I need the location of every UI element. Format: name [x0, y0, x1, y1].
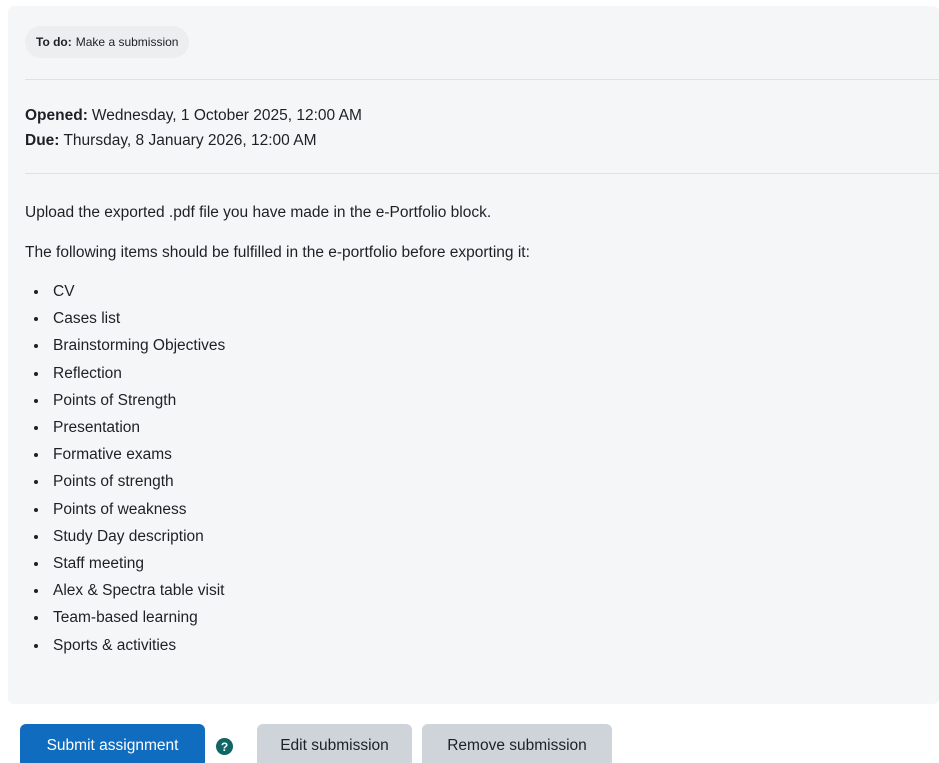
list-item: Points of Strength [49, 387, 925, 414]
requirements-lead: The following items should be fulfilled … [25, 244, 530, 261]
list-item: Staff meeting [49, 550, 925, 577]
list-item: CV [49, 278, 925, 305]
divider [25, 173, 939, 174]
activity-dates: Opened: Wednesday, 1 October 2025, 12:00 … [25, 103, 362, 153]
opened-value: Wednesday, 1 October 2025, 12:00 AM [91, 107, 362, 124]
assignment-description: Upload the exported .pdf file you have m… [25, 200, 925, 659]
description-intro: Upload the exported .pdf file you have m… [25, 204, 492, 221]
submission-actions: Submit assignment ? Edit submission Remo… [20, 724, 612, 763]
list-item: Brainstorming Objectives [49, 332, 925, 359]
todo-badge: To do: Make a submission [25, 26, 190, 58]
list-item: Sports & activities [49, 632, 925, 659]
activity-info-panel: To do: Make a submission Opened: Wednesda… [8, 6, 939, 704]
todo-text: Make a submission [75, 35, 179, 49]
due-label: Due: [25, 132, 60, 149]
question-circle-icon[interactable]: ? [216, 738, 233, 755]
requirements-list: CV Cases list Brainstorming Objectives R… [25, 278, 925, 659]
due-value: Thursday, 8 January 2026, 12:00 AM [63, 132, 317, 149]
list-item: Alex & Spectra table visit [49, 577, 925, 604]
list-item: Reflection [49, 360, 925, 387]
list-item: Study Day description [49, 523, 925, 550]
list-item: Points of weakness [49, 496, 925, 523]
due-date-row: Due: Thursday, 8 January 2026, 12:00 AM [25, 128, 362, 153]
list-item: Cases list [49, 305, 925, 332]
edit-submission-button[interactable]: Edit submission [257, 724, 412, 763]
opened-label: Opened: [25, 107, 88, 124]
assignment-page: To do: Make a submission Opened: Wednesda… [0, 0, 939, 763]
remove-submission-button[interactable]: Remove submission [422, 724, 612, 763]
list-item: Points of strength [49, 468, 925, 495]
list-item: Formative exams [49, 441, 925, 468]
list-item: Presentation [49, 414, 925, 441]
submit-assignment-button[interactable]: Submit assignment [20, 724, 205, 763]
list-item: Team-based learning [49, 604, 925, 631]
divider [25, 79, 939, 80]
opened-date-row: Opened: Wednesday, 1 October 2025, 12:00 … [25, 103, 362, 128]
todo-label: To do: [36, 35, 72, 49]
